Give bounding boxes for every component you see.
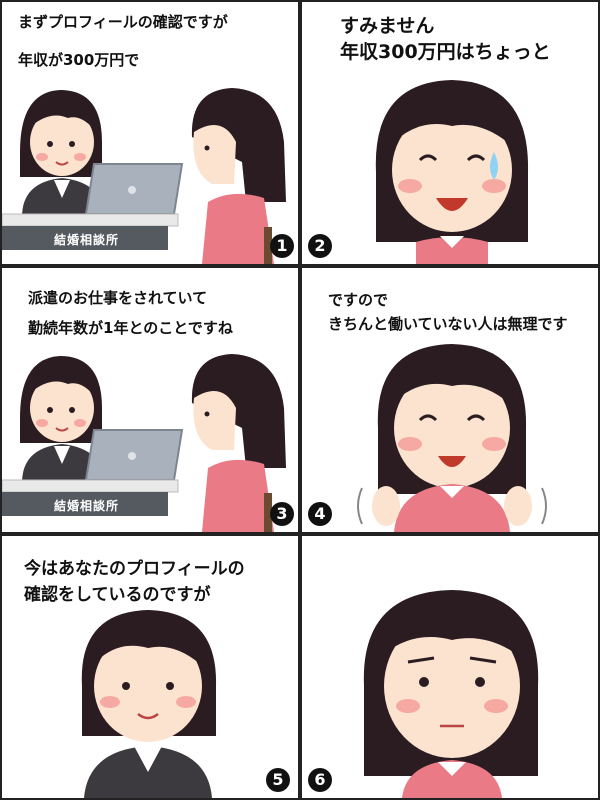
four-panel-comic: まずプロフィールの確認ですが 年収が300万円で 結婚相談所 1 すみません 年… (0, 0, 600, 800)
panel-3-line-1: 派遣のお仕事をされていて (28, 289, 208, 307)
panel-1-line-1: まずプロフィールの確認ですが (18, 13, 228, 31)
panel-4: ですので きちんと働いていない人は無理です 4 (302, 268, 598, 532)
panel-4-line-2: きちんと働いていない人は無理です (328, 315, 568, 333)
panel-4-line-1: ですので (328, 291, 389, 309)
panel-3: 派遣のお仕事をされていて 勤続年数が1年とのことですね 結婚相談所 3 (2, 268, 298, 532)
panel-4-number: 4 (308, 502, 332, 526)
panel-2-number: 2 (308, 234, 332, 258)
panel-5-line-1: 今はあなたのプロフィールの (24, 559, 245, 579)
panel-6: 6 (302, 536, 598, 798)
panel-6-number: 6 (308, 768, 332, 792)
panel-5-number: 5 (266, 768, 290, 792)
panel-5: 今はあなたのプロフィールの 確認をしているのですが 5 (2, 536, 298, 798)
panel-3-desk-sign: 結婚相談所 (54, 499, 120, 513)
panel-2: すみません 年収300万円はちょっと 2 (302, 2, 598, 264)
panel-1: まずプロフィールの確認ですが 年収が300万円で 結婚相談所 1 (2, 2, 298, 264)
panel-2-line-2: 年収300万円はちょっと (340, 41, 551, 63)
panel-1-illustration (2, 88, 286, 264)
panel-1-desk-sign: 結婚相談所 (54, 233, 120, 247)
panel-1-line-2: 年収が300万円で (18, 51, 140, 69)
panel-1-number: 1 (270, 234, 294, 258)
panel-2-line-1: すみません (340, 15, 435, 37)
panel-3-line-2: 勤続年数が1年とのことですね (28, 319, 233, 337)
panel-3-number: 3 (270, 502, 294, 526)
panel-6-illustration (363, 590, 539, 798)
panel-5-line-2: 確認をしているのですが (24, 585, 211, 605)
